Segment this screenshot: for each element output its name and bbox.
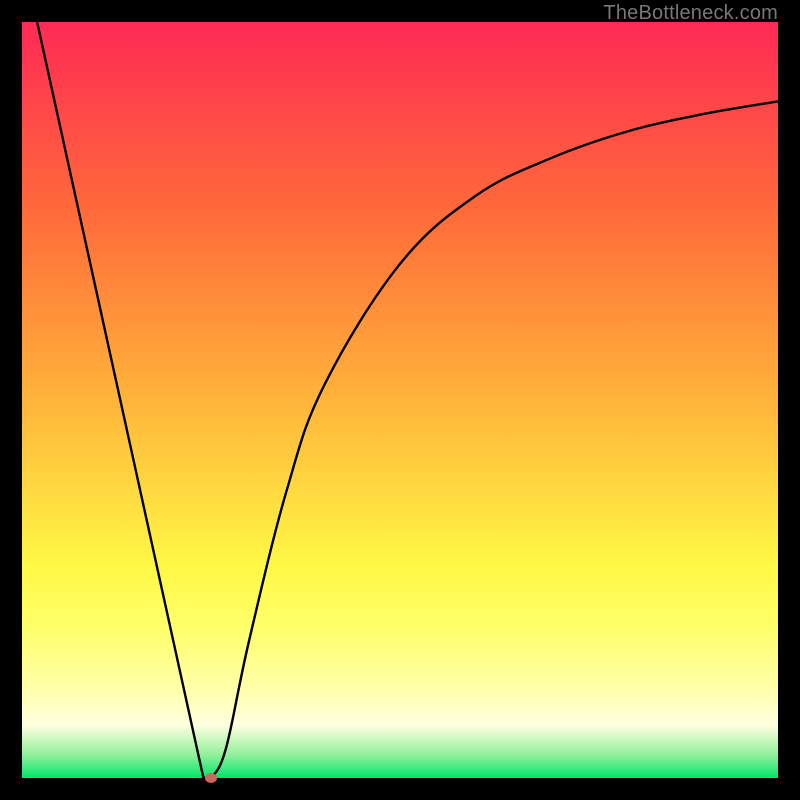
bottleneck-curve [22, 22, 778, 778]
chart-container [22, 22, 778, 778]
optimal-point-marker [205, 773, 217, 783]
